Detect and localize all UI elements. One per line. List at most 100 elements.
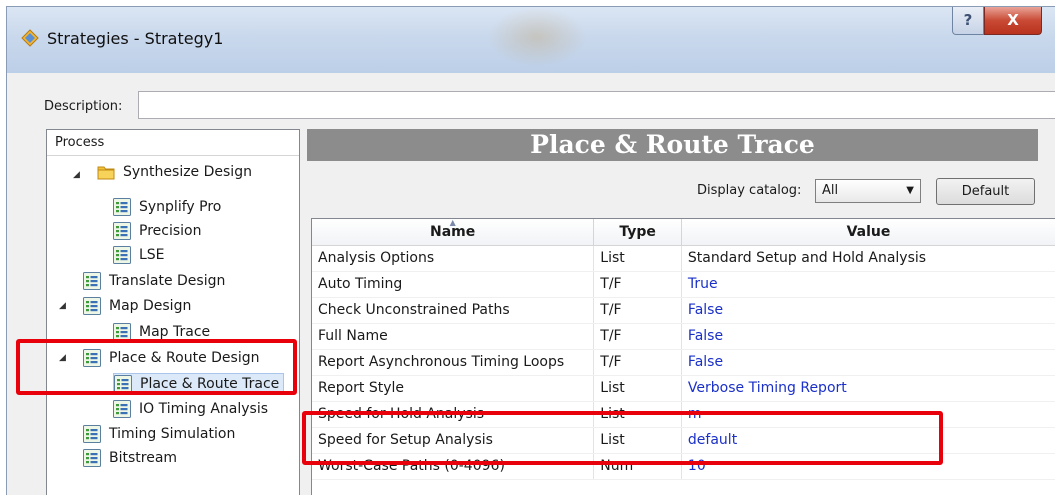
table-row[interactable]: Check Unconstrained Paths T/F False <box>312 297 1055 324</box>
tree-item-synplify-pro[interactable]: Synplify Pro <box>113 196 221 218</box>
property-value-cell[interactable]: default <box>681 427 1055 454</box>
section-banner: Place & Route Trace <box>307 129 1038 161</box>
table-row[interactable]: Speed for Hold Analysis List m <box>312 401 1055 428</box>
property-type-cell: Num <box>593 453 682 480</box>
property-name-cell: Speed for Setup Analysis <box>312 427 595 454</box>
title-bar[interactable]: Strategies - Strategy1 ? X <box>7 7 1055 73</box>
tree-item-label: Bitstream <box>109 450 178 466</box>
strategy-doc-icon <box>83 349 101 367</box>
display-catalog-label: Display catalog: <box>697 183 802 198</box>
strategy-doc-icon <box>83 449 101 467</box>
property-value-cell[interactable]: Standard Setup and Hold Analysis <box>681 245 1055 272</box>
property-name-cell: Auto Timing <box>312 271 595 298</box>
property-value-cell[interactable]: False <box>681 297 1055 324</box>
tree-item-map-design[interactable]: Map Design <box>83 295 191 317</box>
table-row[interactable]: Worst-Case Paths (0-4096) Num 10 <box>312 453 1055 480</box>
table-header-row: ▲ Name Type Value <box>312 218 1055 246</box>
tree-item-label: Precision <box>139 223 202 239</box>
tree-item-place-and-route-trace[interactable]: Place & Route Trace <box>113 373 285 395</box>
process-tree-panel: Process ◢ Synthesize Design Synplify Pro Pr… <box>46 129 300 495</box>
property-value-cell[interactable]: m <box>681 401 1055 428</box>
tree-item-label: LSE <box>139 247 165 263</box>
strategy-doc-icon <box>113 323 131 341</box>
expand-arrow-icon[interactable]: ◢ <box>59 301 66 311</box>
process-header: Process <box>47 130 299 156</box>
property-name-cell: Check Unconstrained Paths <box>312 297 595 324</box>
tree-item-label: Translate Design <box>109 273 226 289</box>
property-value-cell[interactable]: False <box>681 323 1055 350</box>
display-catalog-select[interactable]: All ▼ <box>815 179 921 203</box>
tree-item-label: Synthesize Design <box>123 164 252 180</box>
table-row[interactable]: Full Name T/F False <box>312 323 1055 350</box>
property-name-cell: Full Name <box>312 323 595 350</box>
strategy-doc-icon <box>113 198 131 216</box>
strategy-doc-icon <box>114 375 132 393</box>
property-type-cell: T/F <box>593 271 682 298</box>
properties-table-body: Analysis Options List Standard Setup and H… <box>312 245 1055 480</box>
property-type-cell: T/F <box>593 297 682 324</box>
help-button[interactable]: ? <box>952 7 984 35</box>
properties-panel: Place & Route Trace Display catalog: All… <box>307 129 1055 495</box>
property-name-cell: Report Asynchronous Timing Loops <box>312 349 595 376</box>
tree-item-place-and-route-design[interactable]: Place & Route Design <box>83 347 259 369</box>
strategy-doc-icon <box>83 297 101 315</box>
tree-item-label: Place & Route Design <box>109 350 260 366</box>
tree-item-label: Place & Route Trace <box>140 376 280 392</box>
property-name-cell: Worst-Case Paths (0-4096) <box>312 453 595 480</box>
property-name-cell: Report Style <box>312 375 595 402</box>
tree-item-map-trace[interactable]: Map Trace <box>113 321 210 343</box>
strategy-diamond-icon <box>21 29 39 47</box>
tree-item-label: Timing Simulation <box>109 426 236 442</box>
tree-item-label: Map Design <box>109 298 192 314</box>
strategy-doc-icon <box>83 272 101 290</box>
display-catalog-value: All <box>822 183 839 198</box>
property-type-cell: List <box>593 375 682 402</box>
table-row[interactable]: Report Style List Verbose Timing Report <box>312 375 1055 402</box>
strategy-doc-icon <box>113 222 131 240</box>
window-title: Strategies - Strategy1 <box>47 29 224 48</box>
tree-item-label: Synplify Pro <box>139 199 222 215</box>
property-value-cell[interactable]: True <box>681 271 1055 298</box>
property-name-cell: Analysis Options <box>312 245 595 272</box>
strategy-doc-icon <box>83 425 101 443</box>
tree-item-precision[interactable]: Precision <box>113 220 201 242</box>
tree-item-translate-design[interactable]: Translate Design <box>83 270 225 292</box>
column-header-type[interactable]: Type <box>593 219 682 246</box>
table-row[interactable]: Speed for Setup Analysis List default <box>312 427 1055 454</box>
properties-table: ▲ Name Type Value Analysis Options List St… <box>312 219 1055 480</box>
folder-icon <box>97 164 115 180</box>
property-type-cell: List <box>593 245 682 272</box>
column-header-value[interactable]: Value <box>681 219 1055 246</box>
property-value-cell[interactable]: 10 <box>681 453 1055 480</box>
expand-arrow-icon[interactable]: ◢ <box>59 353 66 363</box>
strategies-dialog: Strategies - Strategy1 ? X Description: … <box>6 6 1055 495</box>
column-header-name[interactable]: ▲ Name <box>312 218 595 246</box>
property-value-cell[interactable]: Verbose Timing Report <box>681 375 1055 402</box>
title-buttons: ? X <box>952 7 1042 37</box>
strategy-doc-icon <box>113 246 131 264</box>
tree-item-bitstream[interactable]: Bitstream <box>83 447 177 469</box>
sort-ascending-icon: ▲ <box>449 218 456 227</box>
property-name-cell: Speed for Hold Analysis <box>312 401 595 428</box>
table-row[interactable]: Report Asynchronous Timing Loops T/F False <box>312 349 1055 376</box>
chevron-down-icon: ▼ <box>906 185 914 196</box>
default-button[interactable]: Default <box>936 178 1035 205</box>
tree-item-io-timing-analysis[interactable]: IO Timing Analysis <box>113 398 268 420</box>
table-row[interactable]: Auto Timing T/F True <box>312 271 1055 298</box>
property-type-cell: List <box>593 427 682 454</box>
property-type-cell: List <box>593 401 682 428</box>
property-type-cell: T/F <box>593 323 682 350</box>
expand-arrow-icon[interactable]: ◢ <box>73 170 80 180</box>
title-bar-decoration <box>487 7 587 67</box>
tree-item-timing-simulation[interactable]: Timing Simulation <box>83 423 235 445</box>
property-value-cell[interactable]: False <box>681 349 1055 376</box>
properties-table-wrap: ▲ Name Type Value Analysis Options List St… <box>311 218 1055 495</box>
tree-item-label: IO Timing Analysis <box>139 401 269 417</box>
description-input[interactable] <box>138 91 1055 119</box>
close-button[interactable]: X <box>984 7 1042 35</box>
description-label: Description: <box>44 99 123 114</box>
table-row[interactable]: Analysis Options List Standard Setup and H… <box>312 245 1055 272</box>
tree-item-lse[interactable]: LSE <box>113 244 165 266</box>
property-type-cell: T/F <box>593 349 682 376</box>
strategy-doc-icon <box>113 400 131 418</box>
